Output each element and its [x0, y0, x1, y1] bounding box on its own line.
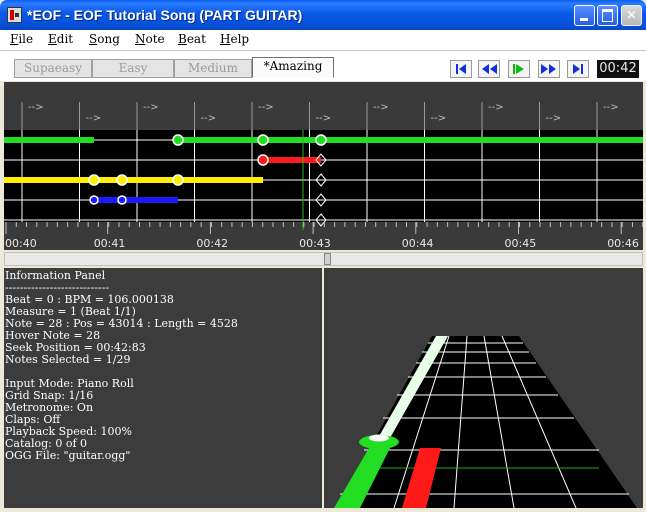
yellow-sustain[interactable]	[4, 177, 263, 183]
application-window: *EOF - EOF Tutorial Song (PART GUITAR) ✕…	[0, 0, 646, 512]
menu-file[interactable]: File	[10, 32, 33, 46]
time-ruler-label: 00:40	[5, 237, 37, 250]
app-icon[interactable]	[7, 7, 22, 23]
info-line: Notes Selected = 1/29	[5, 353, 131, 366]
piano-roll-editor[interactable]: --> --> --> --> --> --> --> --> --> --> -->	[4, 82, 644, 250]
red-sustain[interactable]	[263, 157, 321, 163]
time-ruler-label: 00:42	[196, 237, 228, 250]
menu-edit[interactable]: Edit	[48, 32, 73, 46]
beat-marker: -->	[201, 113, 217, 124]
time-ruler-label: 00:41	[94, 237, 126, 250]
beat-marker: -->	[316, 113, 332, 124]
beat-marker: -->	[488, 102, 504, 113]
window-title: *EOF - EOF Tutorial Song (PART GUITAR)	[27, 7, 303, 23]
information-panel: Information Panel ----------------------…	[4, 268, 322, 508]
note-gem-yellow[interactable]	[116, 174, 128, 186]
skip-to-end-icon	[573, 64, 583, 74]
skip-to-start-icon	[456, 64, 466, 74]
play-button[interactable]	[508, 60, 530, 78]
blue-sustain[interactable]	[94, 197, 178, 203]
title-bar[interactable]: *EOF - EOF Tutorial Song (PART GUITAR) ✕	[0, 0, 646, 30]
time-ruler-label: 00:43	[299, 237, 331, 250]
menu-help[interactable]: Help	[220, 32, 249, 46]
menu-bar: File Edit Song Note Beat Help	[0, 30, 646, 51]
skip-to-end-button[interactable]	[567, 60, 589, 78]
note-gem-yellow[interactable]	[88, 174, 100, 186]
3d-highway-canvas	[334, 335, 637, 508]
time-ruler-label: 00:46	[607, 237, 639, 250]
beat-marker: -->	[603, 102, 619, 113]
beat-marker: -->	[258, 102, 274, 113]
tab-supaeasy[interactable]: Supaeasy	[14, 59, 92, 78]
rewind-button[interactable]	[478, 60, 500, 78]
play-icon	[513, 64, 524, 74]
beat-marker: -->	[86, 113, 102, 124]
menu-beat[interactable]: Beat	[178, 32, 206, 46]
note-gem-green-selected[interactable]	[315, 134, 327, 146]
note-highway-canvas[interactable]: --> --> --> --> --> --> --> --> --> --> --> 00:40 …	[4, 82, 644, 250]
beat-marker: -->	[28, 102, 44, 113]
time-ruler-label: 00:44	[402, 237, 434, 250]
rewind-icon	[482, 64, 497, 74]
beat-marker: -->	[373, 102, 389, 113]
green-sustain[interactable]	[4, 137, 94, 143]
song-position-display: 00:42	[597, 60, 639, 78]
time-ruler-label: 00:45	[505, 237, 537, 250]
note-gem-red[interactable]	[257, 154, 269, 166]
skip-to-start-button[interactable]	[450, 60, 472, 78]
note-gem-green[interactable]	[257, 134, 269, 146]
beat-marker: -->	[431, 113, 447, 124]
note-gem-green[interactable]	[172, 134, 184, 146]
3d-preview-panel	[324, 268, 643, 508]
tab-amazing[interactable]: *Amazing	[252, 57, 334, 78]
maximize-button[interactable]	[597, 5, 618, 26]
beat-marker: -->	[546, 113, 562, 124]
tab-easy[interactable]: Easy	[92, 59, 174, 78]
fast-forward-button[interactable]	[538, 60, 560, 78]
info-line: OGG File: "guitar.ogg"	[5, 449, 131, 462]
close-button[interactable]: ✕	[621, 5, 642, 26]
tab-medium[interactable]: Medium	[174, 59, 252, 78]
scrollbar-thumb[interactable]	[324, 253, 331, 265]
beat-marker: -->	[143, 102, 159, 113]
note-gem-blue[interactable]	[89, 195, 99, 205]
green-sustain[interactable]	[178, 137, 643, 143]
menu-note[interactable]: Note	[135, 32, 165, 46]
note-gem-yellow[interactable]	[172, 174, 184, 186]
timeline-scrollbar[interactable]	[4, 252, 643, 266]
menu-song[interactable]: Song	[89, 32, 120, 46]
minimize-button[interactable]	[574, 5, 595, 26]
note-gem-blue[interactable]	[117, 195, 127, 205]
fast-forward-icon	[541, 64, 556, 74]
